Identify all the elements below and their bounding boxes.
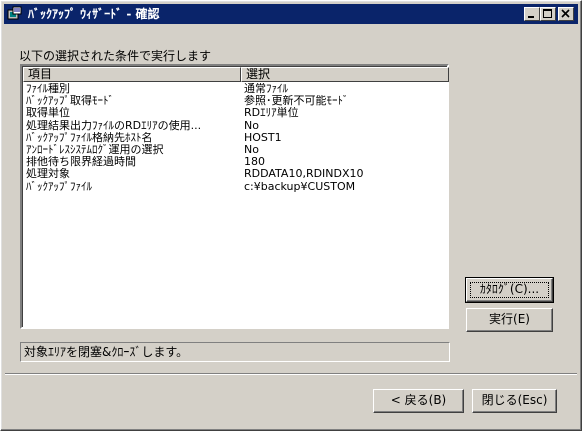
list-item[interactable]: ﾊﾞｯｸｱｯﾌﾟﾌｧｲﾙ c:¥backup¥CUSTOM xyxy=(24,181,448,193)
list-item[interactable]: 処理結果出力ﾌｧｲﾙのRDｴﾘｱの使用... No xyxy=(24,120,448,132)
execute-button[interactable]: 実行(E) xyxy=(466,308,553,332)
list-item[interactable]: 排他待ち限界経過時間 180 xyxy=(24,156,448,168)
window-title: ﾊﾞｯｸｱｯﾌﾟ ｳｨｻﾞｰﾄﾞ - 確認 xyxy=(28,7,160,21)
status-message: 対象ｴﾘｱを閉塞&ｸﾛｰｽﾞします。 xyxy=(20,342,450,362)
close-window-button[interactable] xyxy=(558,7,574,21)
close-button[interactable]: 閉じる(Esc) xyxy=(472,389,557,413)
column-header-item[interactable]: 項目 xyxy=(23,67,241,82)
wizard-window: ﾊﾞｯｸｱｯﾌﾟ ｳｨｻﾞｰﾄﾞ - 確認 以下の選択された条件で実行します 項… xyxy=(0,0,582,431)
list-item-name: 排他待ち限界経過時間 xyxy=(26,156,136,169)
list-item-name: ｱﾝﾛｰﾄﾞﾚｽｼｽﾃﾑﾛｸﾞ運用の選択 xyxy=(26,143,164,156)
list-item-value: No xyxy=(244,119,259,132)
list-item-value: 参照･更新不可能ﾓｰﾄﾞ xyxy=(244,95,349,108)
title-bar[interactable]: ﾊﾞｯｸｱｯﾌﾟ ｳｨｻﾞｰﾄﾞ - 確認 xyxy=(4,4,578,24)
list-item-value: HOST1 xyxy=(244,131,282,144)
list-item-name: 処理結果出力ﾌｧｲﾙのRDｴﾘｱの使用... xyxy=(26,119,202,132)
close-button-label: 閉じる(Esc) xyxy=(481,393,548,407)
list-rows: ﾌｧｲﾙ種別 通常ﾌｧｲﾙ ﾊﾞｯｸｱｯﾌﾟ取得ﾓｰﾄﾞ 参照･更新不可能ﾓｰﾄﾞ 取得… xyxy=(24,83,448,193)
list-item[interactable]: 処理対象 RDDATA10,RDINDX10 xyxy=(24,168,448,180)
execute-button-label: 実行(E) xyxy=(489,312,530,326)
list-item-name: ﾊﾞｯｸｱｯﾌﾟ取得ﾓｰﾄﾞ xyxy=(26,95,114,108)
catalog-button[interactable]: ｶﾀﾛｸﾞ(C)... xyxy=(465,277,554,303)
back-button-label: < 戻る(B) xyxy=(390,393,447,407)
list-item[interactable]: ﾊﾞｯｸｱｯﾌﾟ取得ﾓｰﾄﾞ 参照･更新不可能ﾓｰﾄﾞ xyxy=(24,95,448,107)
list-item[interactable]: ﾊﾞｯｸｱｯﾌﾟﾌｧｲﾙ格納先ﾎｽﾄ名 HOST1 xyxy=(24,132,448,144)
list-item-name: 取得単位 xyxy=(26,107,70,120)
list-header: 項目 選択 xyxy=(23,67,449,83)
section-label: 以下の選択された条件で実行します xyxy=(19,49,212,63)
list-item-value: c:¥backup¥CUSTOM xyxy=(244,180,356,193)
close-icon xyxy=(561,9,570,18)
app-icon xyxy=(7,6,23,22)
list-item[interactable]: ﾌｧｲﾙ種別 通常ﾌｧｲﾙ xyxy=(24,83,448,95)
minimize-button[interactable] xyxy=(524,7,540,21)
list-item[interactable]: ｱﾝﾛｰﾄﾞﾚｽｼｽﾃﾑﾛｸﾞ運用の選択 No xyxy=(24,144,448,156)
list-item-value: 通常ﾌｧｲﾙ xyxy=(244,83,288,95)
back-button[interactable]: < 戻る(B) xyxy=(373,389,464,413)
list-item-name: ﾊﾞｯｸｱｯﾌﾟﾌｧｲﾙ xyxy=(26,180,92,193)
list-item-value: 180 xyxy=(244,156,265,169)
conditions-list[interactable]: 項目 選択 ﾌｧｲﾙ種別 通常ﾌｧｲﾙ ﾊﾞｯｸｱｯﾌﾟ取得ﾓｰﾄﾞ 参照･更新不可能… xyxy=(20,64,449,329)
list-item-value: RDｴﾘｱ単位 xyxy=(244,107,299,120)
separator-line xyxy=(5,373,577,375)
catalog-button-label: ｶﾀﾛｸﾞ(C)... xyxy=(479,282,540,296)
list-item[interactable]: 取得単位 RDｴﾘｱ単位 xyxy=(24,107,448,119)
column-header-selection[interactable]: 選択 xyxy=(241,67,449,82)
maximize-icon xyxy=(543,9,552,18)
list-item-name: ﾌｧｲﾙ種別 xyxy=(26,83,70,95)
minimize-icon xyxy=(528,16,534,18)
list-item-value: No xyxy=(244,143,259,156)
list-item-value: RDDATA10,RDINDX10 xyxy=(244,168,364,181)
maximize-button[interactable] xyxy=(540,7,556,21)
list-item-name: ﾊﾞｯｸｱｯﾌﾟﾌｧｲﾙ格納先ﾎｽﾄ名 xyxy=(26,131,153,144)
list-item-name: 処理対象 xyxy=(26,168,70,181)
